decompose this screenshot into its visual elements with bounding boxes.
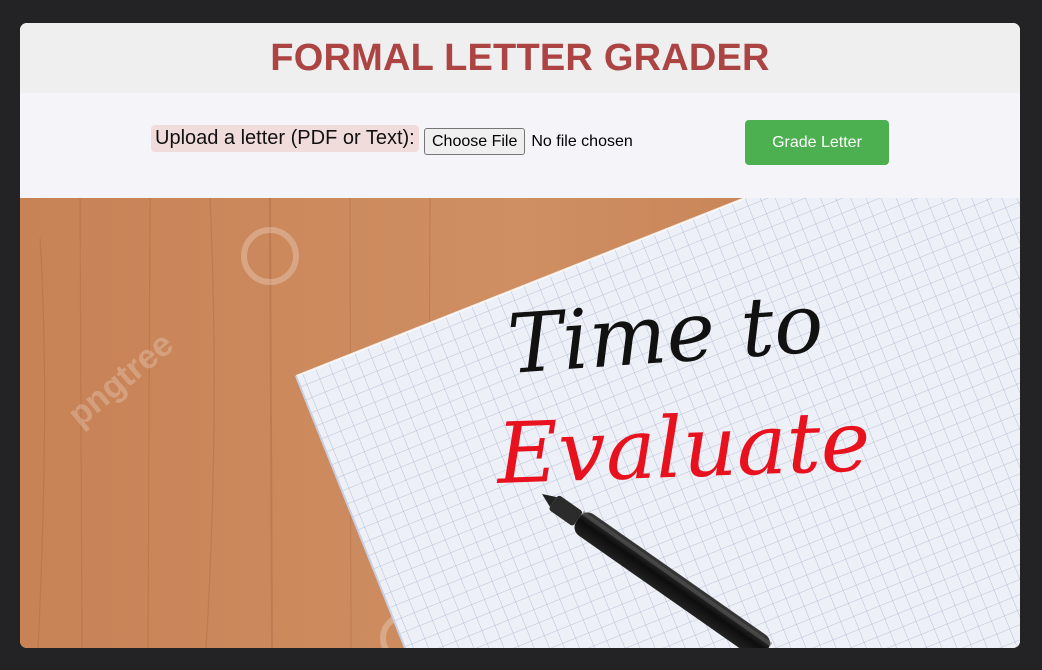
app-card: FORMAL LETTER GRADER Upload a letter (PD… xyxy=(20,23,1020,648)
choose-file-button[interactable]: Choose File xyxy=(424,128,526,155)
upload-form: Upload a letter (PDF or Text): Choose Fi… xyxy=(20,93,1020,198)
file-input[interactable]: Choose File No file chosen xyxy=(424,128,633,155)
file-status-text: No file chosen xyxy=(531,132,633,150)
header: FORMAL LETTER GRADER xyxy=(20,23,1020,93)
hero-image: pngtree Time to Evaluate xyxy=(20,198,1020,648)
upload-label: Upload a letter (PDF or Text): xyxy=(151,125,419,152)
hero-illustration: pngtree Time to Evaluate xyxy=(20,198,1020,648)
page-title: FORMAL LETTER GRADER xyxy=(270,36,770,79)
handwritten-evaluate: Evaluate xyxy=(493,392,872,503)
grade-letter-button[interactable]: Grade Letter xyxy=(745,120,889,165)
